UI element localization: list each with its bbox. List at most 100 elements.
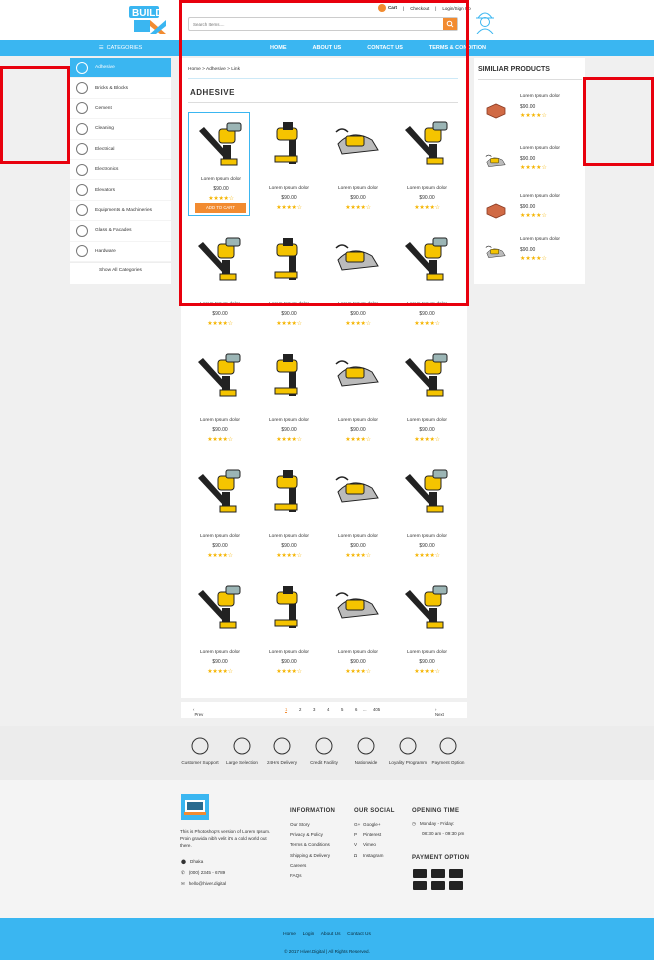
electronics-icon (76, 163, 88, 176)
prev-button[interactable]: ‹ Prev (193, 707, 203, 717)
location-icon: ⬤ (181, 859, 187, 864)
sidebar-item-electronics[interactable]: Electronics (70, 160, 171, 181)
product-card[interactable]: Lorem Ipsum dolor $90.00 ★★★★☆ (395, 576, 464, 692)
product-name[interactable]: Lorem Ipsum dolor (257, 650, 321, 655)
product-card[interactable]: Lorem Ipsum dolor $90.00 ★★★★☆ (326, 576, 395, 692)
product-card[interactable]: Lorem Ipsum dolor $90.00 ★★★★☆ (257, 460, 326, 576)
power-tool-image (263, 466, 315, 518)
bottom-about[interactable]: About Us (321, 932, 341, 937)
sidebar-item-equipments[interactable]: Equipments & Machineries (70, 201, 171, 222)
card-icon (449, 869, 463, 878)
buildex-logo[interactable]: BUILD (128, 4, 168, 36)
product-card[interactable]: Lorem Ipsum dolor $90.00 ★★★★☆ (188, 344, 257, 460)
info-link[interactable]: Our Story (290, 822, 310, 827)
page-2[interactable]: 2 (299, 707, 301, 712)
highlight-box-right (583, 77, 654, 166)
sidebar-item-adhesive[interactable]: Adhesive (70, 58, 171, 79)
product-card[interactable]: Lorem Ipsum dolor $90.00 ★★★★☆ (395, 460, 464, 576)
product-price: $90.00 (350, 543, 366, 549)
feature-0: Customer Support (178, 736, 222, 765)
dollar-icon (438, 736, 458, 756)
product-name[interactable]: Lorem Ipsum dolor (326, 650, 390, 655)
product-name[interactable]: Lorem Ipsum dolor (326, 534, 390, 539)
page-5[interactable]: 5 (341, 707, 343, 712)
page-last[interactable]: 405 (373, 707, 380, 712)
clock-icon (314, 736, 334, 756)
power-tool-image (194, 582, 246, 634)
machinery-icon (76, 204, 88, 217)
cement-icon (76, 102, 88, 115)
page-3[interactable]: 3 (313, 707, 315, 712)
product-card[interactable]: Lorem Ipsum dolor $90.00 ★★★★☆ (188, 460, 257, 576)
info-link[interactable]: Terms & Conditions (290, 842, 330, 847)
handshake-icon (398, 736, 418, 756)
bottom-contact[interactable]: Contact Us (347, 932, 371, 937)
instagram-icon: ◘ (354, 852, 357, 858)
social-link[interactable]: P Pinterest (354, 832, 381, 837)
show-all-categories[interactable]: Show All Categories (70, 261, 171, 278)
product-name[interactable]: Lorem Ipsum dolor (395, 418, 459, 423)
product-card[interactable]: Lorem Ipsum dolor $90.00 ★★★★☆ (326, 460, 395, 576)
page-6[interactable]: 6 (355, 707, 357, 712)
sidebar-item-glass[interactable]: Glass & Facades (70, 221, 171, 242)
product-name[interactable]: Lorem Ipsum dolor (395, 534, 459, 539)
copyright: © 2017 Hiver.Digital | All Rights Reserv… (284, 949, 370, 954)
sidebar-item-cement[interactable]: Cement (70, 99, 171, 120)
similar-product-price: $90.00 (520, 204, 536, 210)
next-button[interactable]: Next › (435, 707, 444, 717)
vimeo-icon: V (354, 842, 358, 848)
product-name[interactable]: Lorem Ipsum dolor (188, 650, 252, 655)
highlight-box-left (0, 66, 70, 164)
product-name[interactable]: Lorem Ipsum dolor (257, 534, 321, 539)
highlight-box-main (179, 0, 469, 306)
page-4[interactable]: 4 (327, 707, 329, 712)
product-price: $90.00 (419, 659, 435, 665)
mail-icon: ✉ (181, 881, 185, 886)
similar-product-image[interactable] (484, 98, 508, 122)
bricks-icon (76, 82, 88, 95)
sidebar-item-elevators[interactable]: Elevators (70, 180, 171, 201)
social-link[interactable]: V Vimeo (354, 842, 376, 847)
social-link[interactable]: ◘ Instagram (354, 853, 383, 858)
similar-product-name[interactable]: Lorem Ipsum dolor (520, 194, 560, 199)
sidebar-item-bricks[interactable]: Bricks & Blocks (70, 78, 171, 99)
product-price: $90.00 (212, 311, 228, 317)
star-rating: ★★★★☆ (414, 553, 440, 559)
categories-button[interactable]: ☰ CATEGORIES (70, 40, 171, 56)
adhesive-icon (76, 61, 88, 74)
product-card[interactable]: Lorem Ipsum dolor $90.00 ★★★★☆ (395, 344, 464, 460)
product-card[interactable]: Lorem Ipsum dolor $90.00 ★★★★☆ (257, 576, 326, 692)
similar-product-image[interactable] (484, 241, 508, 265)
product-name[interactable]: Lorem Ipsum dolor (326, 418, 390, 423)
info-link[interactable]: Privacy & Policy (290, 832, 323, 837)
product-name[interactable]: Lorem Ipsum dolor (188, 418, 252, 423)
page-1[interactable]: 1 (285, 707, 288, 713)
sidebar-item-electrical[interactable]: Electrical (70, 140, 171, 160)
bottom-home[interactable]: Home (283, 932, 296, 937)
product-name[interactable]: Lorem Ipsum dolor (395, 650, 459, 655)
product-card[interactable]: Lorem Ipsum dolor $90.00 ★★★★☆ (257, 344, 326, 460)
power-tool-image (332, 350, 384, 402)
info-link[interactable]: Shipping & Delivery (290, 853, 330, 858)
product-name[interactable]: Lorem Ipsum dolor (257, 418, 321, 423)
similar-product-name[interactable]: Lorem Ipsum dolor (520, 237, 560, 242)
bottom-links: Home Login About Us Contact Us (0, 932, 654, 937)
product-card[interactable]: Lorem Ipsum dolor $90.00 ★★★★☆ (188, 576, 257, 692)
product-name[interactable]: Lorem Ipsum dolor (188, 534, 252, 539)
similar-product-name[interactable]: Lorem Ipsum dolor (520, 146, 560, 151)
user-worker-icon[interactable] (474, 8, 496, 35)
similar-product-image[interactable] (484, 150, 508, 174)
footer-email[interactable]: ✉ hello@hiver.digital (181, 881, 226, 887)
bottom-login[interactable]: Login (303, 932, 315, 937)
similar-product-name[interactable]: Lorem Ipsum dolor (520, 94, 560, 99)
elevator-icon (76, 184, 88, 197)
sidebar-item-hardware[interactable]: Hardware (70, 242, 171, 262)
social-link[interactable]: G+ Google+ (354, 822, 381, 827)
feature-2: 24Hrs Delivery (260, 736, 304, 765)
footer-about: This is Photoshop's version of Lorem Ips… (180, 829, 271, 849)
similar-product-image[interactable] (484, 198, 508, 222)
info-link[interactable]: FAQs (290, 873, 302, 878)
sidebar-item-cleaning[interactable]: Cleaning (70, 119, 171, 140)
info-link[interactable]: Careers (290, 863, 306, 868)
product-card[interactable]: Lorem Ipsum dolor $90.00 ★★★★☆ (326, 344, 395, 460)
